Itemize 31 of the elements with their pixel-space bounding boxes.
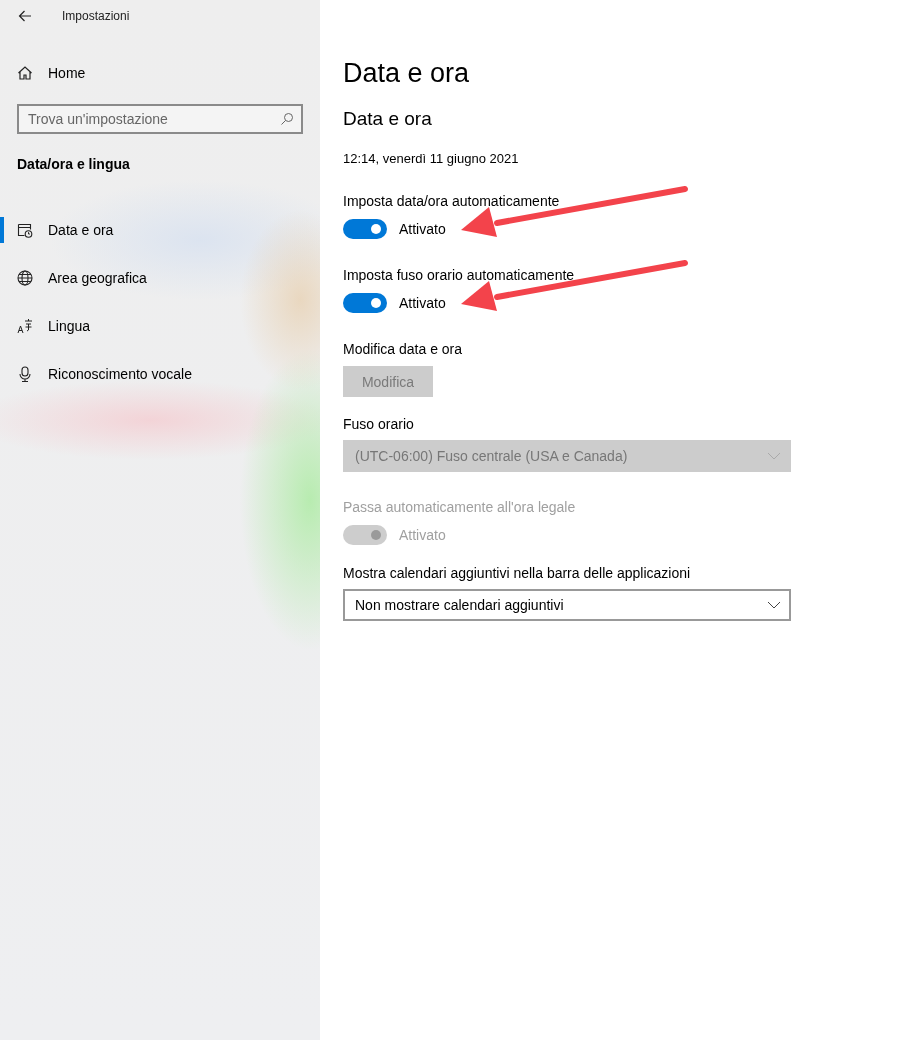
sidebar-item[interactable]: Riconoscimento vocale [0,350,320,398]
setting-label: Modifica data e ora [343,340,464,358]
search-field[interactable]: Trova un'impostazione [17,104,303,134]
globe-icon [17,270,33,286]
back-icon[interactable] [18,10,32,22]
setting-label: Passa automaticamente all'ora legale [343,498,577,516]
current-date-time: 12:14, venerdì 11 giugno 2021 [343,151,520,166]
toggle-state: Attivato [399,221,446,237]
sidebar-item[interactable]: Area geografica [0,254,320,302]
chevron-down-icon [767,452,781,460]
setting-label: Imposta data/ora automaticamente [343,192,561,210]
chevron-down-icon [767,601,781,609]
home-icon [17,65,33,81]
toggle-state: Attivato [399,295,446,311]
section-heading: Data/ora e lingua [16,156,131,172]
setting-label: Imposta fuso orario automaticamente [343,266,576,284]
setting-label: Fuso orario [343,415,415,433]
language-icon [17,318,33,334]
home-link[interactable]: Home [0,49,320,97]
section-title: Data e ora [343,107,433,131]
search-icon [280,112,294,126]
dropdown[interactable]: Non mostrare calendari aggiuntivi [343,589,791,621]
toggle-switch[interactable] [343,219,387,239]
page-title: Data e ora [343,57,471,90]
toggle-switch[interactable] [343,293,387,313]
toggle-state: Attivato [399,527,446,543]
sidebar-item[interactable]: Lingua [0,302,320,350]
calendar-icon [17,222,33,238]
window-title: Impostazioni [62,9,130,23]
microphone-icon [17,366,33,382]
setting-label: Mostra calendari aggiuntivi nella barra delle applicazioni [343,564,692,582]
